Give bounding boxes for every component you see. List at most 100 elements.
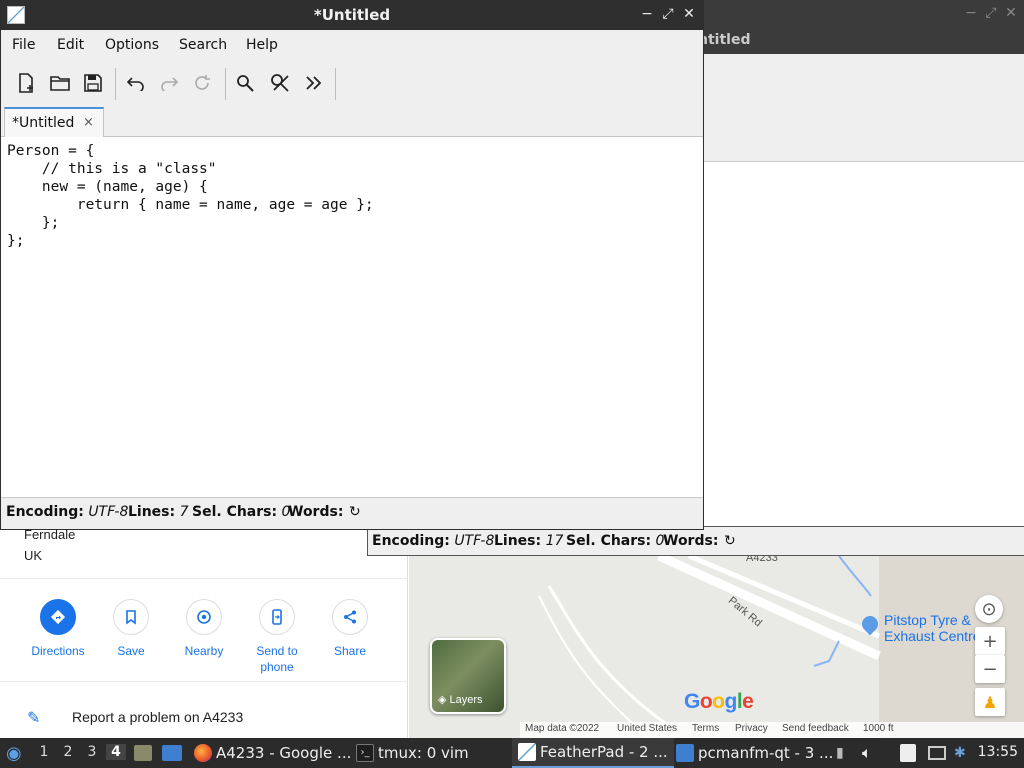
featherpad-window: *Untitled − ⤢ ✕ File Edit Options Search… bbox=[0, 0, 704, 530]
share-label: Share bbox=[333, 644, 367, 658]
task-firefox[interactable]: A4233 - Google ... bbox=[194, 738, 351, 768]
find-replace-icon[interactable] bbox=[266, 69, 294, 97]
directions-button[interactable]: Directions bbox=[23, 599, 93, 659]
window-titlebar: *Untitled − ⤢ ✕ bbox=[1, 1, 703, 30]
tab-label: *Untitled bbox=[12, 115, 75, 131]
minimize-icon[interactable]: − bbox=[962, 5, 980, 21]
clock: 13:55 bbox=[977, 744, 1018, 760]
maps-action-row: Directions Save Nearby Send to phone Sha… bbox=[0, 578, 408, 682]
layers-button[interactable]: ◈ Layers bbox=[430, 638, 506, 714]
task-featherpad[interactable]: FeatherPad - 2 ... bbox=[512, 738, 674, 768]
terms-link[interactable]: Terms bbox=[692, 723, 719, 734]
maximize-icon[interactable]: ⤢ bbox=[659, 6, 677, 22]
volume-icon[interactable]: 🔈︎ bbox=[862, 738, 872, 768]
report-problem-link[interactable]: ✎ Report a problem on A4233 bbox=[0, 700, 408, 736]
lines-status: Lines: 7 bbox=[128, 504, 189, 520]
refresh-word-count-icon[interactable]: ↻ bbox=[724, 533, 736, 549]
pegman-icon[interactable]: ♟ bbox=[975, 688, 1005, 716]
address-country: UK bbox=[24, 548, 43, 563]
map-data-credit: Map data ©2022 bbox=[525, 723, 600, 734]
tab-close-icon[interactable]: × bbox=[83, 115, 94, 130]
firefox-icon bbox=[194, 744, 212, 762]
undo-icon[interactable] bbox=[122, 69, 150, 97]
menu-search[interactable]: Search bbox=[179, 37, 227, 53]
send-to-phone-button[interactable]: Send to phone bbox=[242, 599, 312, 675]
second-editor-statusbar: Encoding: UTF-8 Lines: 17 Sel. Chars: 0 … bbox=[367, 526, 1024, 556]
file-manager-launcher-icon[interactable] bbox=[134, 738, 152, 768]
start-menu-icon[interactable]: ◉ bbox=[6, 738, 22, 768]
folder-icon bbox=[676, 744, 694, 762]
nearby-button[interactable]: Nearby bbox=[169, 599, 239, 659]
second-editor-titlebar: − ⤢ ✕ bbox=[704, 0, 1024, 30]
minimize-icon[interactable]: − bbox=[638, 6, 656, 22]
sel-chars-status: Sel. Chars: 0 bbox=[192, 504, 291, 520]
zoom-in-button[interactable]: + bbox=[975, 627, 1005, 655]
second-editor-title: ntitled bbox=[698, 32, 751, 48]
directions-label: Directions bbox=[31, 644, 85, 658]
save-place-button[interactable]: Save bbox=[96, 599, 166, 659]
layers-label: ◈ Layers bbox=[438, 694, 483, 706]
save-label: Save bbox=[117, 644, 145, 658]
menu-bar: File Edit Options Search Help bbox=[1, 30, 703, 60]
tab-untitled[interactable]: *Untitled × bbox=[4, 107, 104, 138]
menu-help[interactable]: Help bbox=[246, 37, 278, 53]
workspace-4[interactable]: 4 bbox=[106, 744, 126, 760]
new-file-icon[interactable] bbox=[12, 69, 40, 97]
menu-file[interactable]: File bbox=[12, 37, 35, 53]
workspace-3[interactable]: 3 bbox=[82, 744, 102, 760]
menu-options[interactable]: Options bbox=[105, 37, 159, 53]
close-icon[interactable]: ✕ bbox=[1002, 5, 1020, 21]
redo-icon[interactable] bbox=[155, 69, 183, 97]
google-logo: Google bbox=[684, 690, 754, 713]
more-icon[interactable] bbox=[300, 69, 328, 97]
show-desktop-icon[interactable] bbox=[162, 738, 182, 768]
nearby-icon bbox=[186, 599, 222, 635]
workspace-2[interactable]: 2 bbox=[58, 744, 78, 760]
send-feedback-link[interactable]: Send feedback bbox=[782, 723, 849, 734]
send-to-phone-label: Send to phone bbox=[256, 644, 298, 674]
redo-all-icon[interactable] bbox=[188, 69, 216, 97]
find-icon[interactable] bbox=[231, 69, 259, 97]
road-label-a4233: A4233 bbox=[746, 556, 778, 564]
task-tmux[interactable]: ›_ tmux: 0 vim bbox=[356, 738, 469, 768]
zoom-out-button[interactable]: − bbox=[975, 655, 1005, 683]
words-status: Words: bbox=[288, 504, 344, 520]
scale-label: 1000 ft bbox=[863, 723, 894, 734]
poi-name-line2: Exhaust Centre bbox=[884, 628, 981, 644]
nearby-label: Nearby bbox=[184, 644, 224, 658]
save-icon[interactable] bbox=[79, 69, 107, 97]
tab-bar: *Untitled × bbox=[1, 105, 703, 138]
open-folder-icon[interactable] bbox=[46, 69, 74, 97]
poi-name-line1: Pitstop Tyre & bbox=[884, 612, 971, 628]
bluetooth-icon[interactable]: ✱ bbox=[954, 738, 966, 768]
workspace-1[interactable]: 1 bbox=[34, 744, 54, 760]
menu-edit[interactable]: Edit bbox=[57, 37, 84, 53]
directions-icon bbox=[40, 599, 76, 635]
region-link[interactable]: United States bbox=[617, 723, 677, 734]
second-editor-text-area[interactable] bbox=[704, 162, 1024, 524]
task-pcmanfm[interactable]: pcmanfm-qt - 3 ... bbox=[676, 738, 833, 768]
privacy-link[interactable]: Privacy bbox=[735, 723, 768, 734]
map-footer: Map data ©2022 United States Terms Priva… bbox=[520, 722, 1024, 738]
second-editor-menubar: ntitled bbox=[698, 30, 1024, 54]
taskbar: ◉ 1 2 3 4 A4233 - Google ... ›_ tmux: 0 … bbox=[0, 738, 1024, 768]
my-location-icon[interactable]: ⊙ bbox=[975, 595, 1003, 623]
pencil-icon: ✎ bbox=[27, 708, 41, 727]
second-editor-toolbar bbox=[704, 54, 1024, 162]
scroll-icon[interactable]: ▮ bbox=[836, 738, 844, 768]
bookmark-icon bbox=[113, 599, 149, 635]
maximize-icon[interactable]: ⤢ bbox=[982, 5, 1000, 21]
clipboard-icon[interactable] bbox=[900, 738, 916, 768]
network-icon[interactable] bbox=[928, 738, 946, 768]
window-title: *Untitled bbox=[313, 6, 391, 24]
report-problem-text: Report a problem on A4233 bbox=[72, 709, 244, 725]
encoding-status: Encoding: UTF-8 bbox=[6, 504, 129, 520]
featherpad-icon bbox=[518, 743, 536, 761]
share-icon bbox=[332, 599, 368, 635]
share-button[interactable]: Share bbox=[315, 599, 385, 659]
refresh-word-count-icon[interactable]: ↻ bbox=[349, 504, 361, 520]
close-icon[interactable]: ✕ bbox=[680, 6, 698, 22]
code-editor[interactable]: Person = { // this is a "class" new = (n… bbox=[1, 137, 703, 497]
main-toolbar bbox=[1, 60, 703, 105]
terminal-icon: ›_ bbox=[356, 744, 374, 762]
